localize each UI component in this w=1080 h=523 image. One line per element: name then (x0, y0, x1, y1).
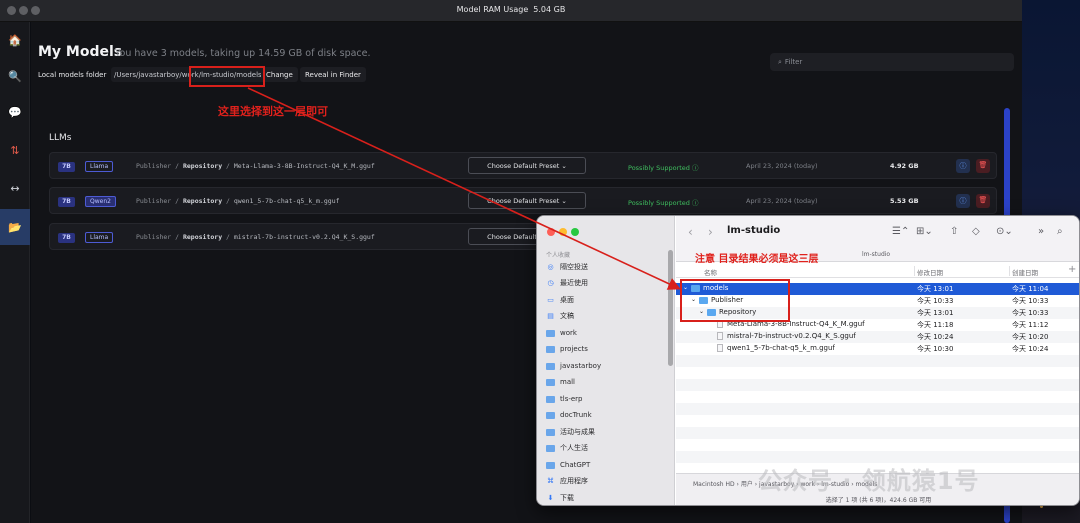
annotation-arrow (247, 87, 681, 290)
watermark: 公众号 · 领航猿1号 (758, 467, 980, 495)
